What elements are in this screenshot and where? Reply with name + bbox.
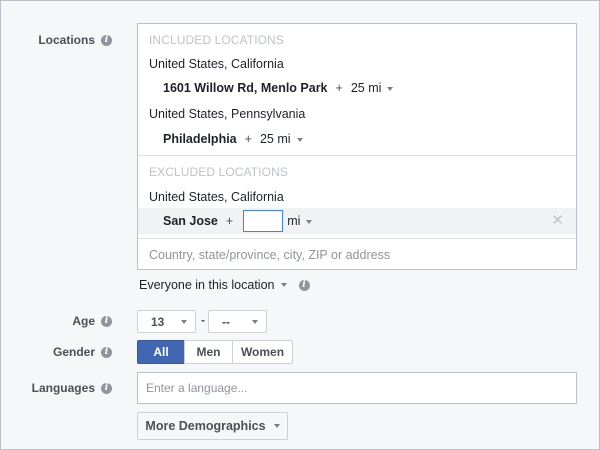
- radius-dropdown[interactable]: 25 mi: [260, 132, 303, 146]
- age-separator: -: [201, 313, 205, 327]
- plus-sign: +: [244, 132, 252, 146]
- languages-label-text: Languages: [31, 381, 95, 395]
- age-min-value: 13: [151, 314, 165, 329]
- excluded-location-item: San Jose + mi ✕: [138, 208, 576, 234]
- locations-label-text: Locations: [38, 33, 95, 47]
- gender-label-text: Gender: [52, 345, 95, 359]
- info-icon[interactable]: i: [101, 346, 112, 358]
- locations-box: INCLUDED LOCATIONS United States, Califo…: [137, 23, 577, 270]
- info-icon[interactable]: i: [101, 382, 112, 394]
- location-name: Philadelphia: [163, 132, 237, 146]
- locations-label: Locations i: [38, 33, 112, 47]
- age-max-value: --: [222, 314, 230, 329]
- radius-unit: mi: [287, 214, 301, 228]
- radius-input[interactable]: [243, 210, 284, 232]
- age-max-dropdown[interactable]: --: [208, 310, 267, 333]
- excluded-region: United States, California: [149, 190, 284, 204]
- included-region: United States, California: [149, 57, 284, 71]
- radius-unit-dropdown[interactable]: mi: [287, 214, 313, 228]
- caret-down-icon: [387, 86, 394, 91]
- audience-filter-label: Everyone in this location: [139, 278, 275, 292]
- gender-women-button[interactable]: Women: [232, 340, 293, 364]
- info-icon[interactable]: i: [101, 34, 112, 46]
- location-name: 1601 Willow Rd, Menlo Park: [163, 81, 328, 95]
- radius-value: 25 mi: [259, 132, 291, 146]
- plus-sign: +: [225, 214, 234, 228]
- info-icon[interactable]: i: [298, 279, 310, 291]
- gender-label: Gender i: [53, 345, 112, 359]
- location-search-input[interactable]: Country, state/province, city, ZIP or ad…: [149, 248, 390, 262]
- languages-label: Languages i: [32, 381, 112, 395]
- included-locations-heading: INCLUDED LOCATIONS: [149, 33, 284, 47]
- info-icon[interactable]: i: [101, 315, 112, 327]
- language-input[interactable]: [137, 372, 577, 404]
- included-location-item: Philadelphia + 25 mi: [163, 132, 303, 146]
- caret-down-icon: [181, 319, 187, 324]
- radius-value: 25 mi: [350, 81, 382, 95]
- location-name: San Jose: [163, 214, 218, 228]
- radius-dropdown[interactable]: 25 mi: [351, 81, 394, 95]
- audience-filter-dropdown[interactable]: Everyone in this location i: [139, 278, 310, 292]
- section-divider: [138, 155, 576, 156]
- caret-down-icon: [296, 137, 303, 142]
- caret-down-icon: [280, 283, 287, 287]
- caret-down-icon: [273, 424, 280, 428]
- caret-down-icon: [252, 319, 258, 324]
- gender-all-button[interactable]: All: [137, 340, 185, 364]
- included-region: United States, Pennsylvania: [149, 107, 306, 121]
- close-icon[interactable]: ✕: [551, 213, 564, 228]
- more-demographics-button[interactable]: More Demographics: [137, 412, 288, 440]
- excluded-locations-heading: EXCLUDED LOCATIONS: [149, 165, 288, 179]
- more-demographics-label: More Demographics: [145, 419, 266, 433]
- section-divider: [138, 238, 576, 239]
- included-location-item: 1601 Willow Rd, Menlo Park + 25 mi: [163, 81, 394, 95]
- plus-sign: +: [335, 81, 343, 95]
- gender-men-button[interactable]: Men: [184, 340, 233, 364]
- age-min-dropdown[interactable]: 13: [137, 310, 196, 333]
- excluded-location-line: San Jose + mi: [163, 210, 313, 232]
- age-label: Age i: [72, 314, 112, 328]
- age-label-text: Age: [72, 314, 95, 328]
- gender-toggle: All Men Women: [137, 340, 293, 364]
- caret-down-icon: [306, 219, 313, 224]
